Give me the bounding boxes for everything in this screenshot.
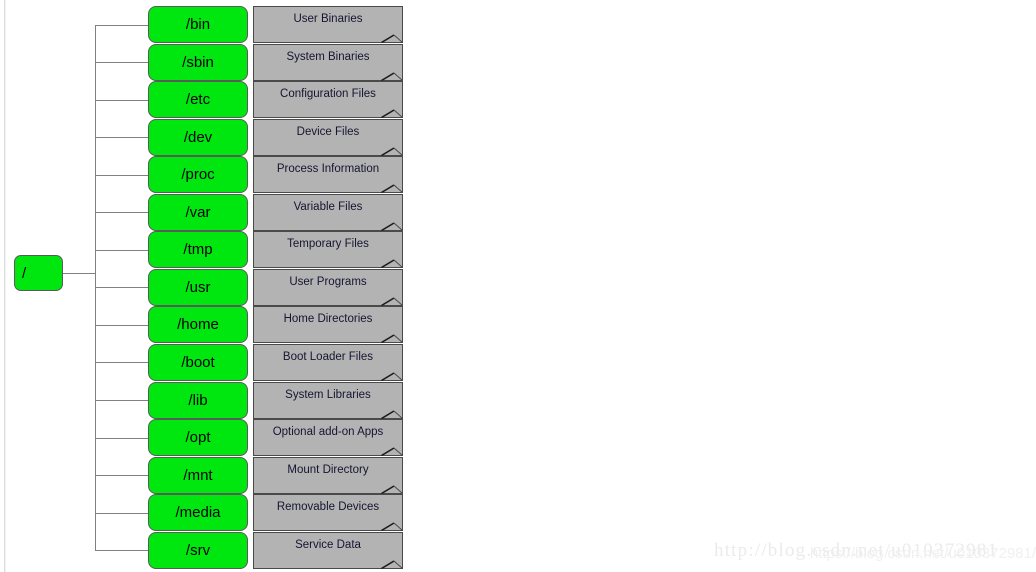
connector-branch: [95, 550, 148, 552]
description-note-label: System Libraries: [285, 388, 371, 401]
directory-node-label: /srv: [185, 541, 211, 559]
directory-node-label: /var: [185, 203, 211, 221]
connector-branch: [95, 62, 148, 63]
directory-node-label: /proc: [181, 166, 215, 184]
description-note-label: Optional add-on Apps: [272, 426, 384, 438]
description-note: Home Directories: [253, 306, 403, 344]
directory-node[interactable]: /usr: [148, 268, 248, 306]
directory-node[interactable]: /proc: [148, 156, 248, 194]
description-note-label: Boot Loader Files: [282, 350, 374, 363]
directory-node[interactable]: /var: [148, 193, 248, 231]
directory-node-label: /mnt: [183, 466, 213, 484]
description-note-label: System Binaries: [286, 50, 370, 63]
connector-branch: [95, 24, 148, 26]
note-fold-icon: [381, 330, 403, 344]
description-note: User Programs: [253, 268, 403, 306]
directory-node-label: /tmp: [183, 241, 213, 259]
note-fold-icon: [381, 218, 403, 231]
directory-node[interactable]: /etc: [148, 81, 248, 119]
directory-node-label: /sbin: [182, 53, 214, 71]
description-note: Service Data: [253, 531, 403, 569]
description-note: Temporary Files: [253, 231, 403, 269]
note-fold-icon: [381, 30, 403, 43]
directory-node[interactable]: /srv: [148, 531, 248, 569]
directory-node[interactable]: /mnt: [148, 456, 248, 494]
note-fold-icon: [381, 143, 403, 156]
connector-branch: [95, 512, 148, 514]
directory-node[interactable]: /tmp: [148, 231, 248, 269]
directory-node-label: /lib: [188, 391, 208, 409]
connector-branch: [95, 475, 148, 477]
connector-branch: [95, 437, 148, 439]
note-fold-icon: [381, 368, 403, 381]
directory-node[interactable]: /home: [148, 306, 248, 344]
directory-node[interactable]: /dev: [148, 118, 248, 156]
description-note-label: Removable Devices: [276, 501, 380, 514]
connector-branch: [95, 99, 148, 101]
note-fold-icon: [381, 481, 403, 494]
watermark: http://blog.csdn.net/u010372981 https://…: [714, 534, 1036, 568]
description-note: Process Information: [253, 156, 403, 194]
connector-branch: [95, 287, 148, 289]
directory-node-label: /boot: [181, 353, 215, 371]
directory-node[interactable]: /media: [148, 494, 248, 532]
directory-node-label: /media: [175, 504, 221, 522]
description-note: Optional add-on Apps: [253, 419, 403, 456]
description-note-label: Configuration Files: [280, 88, 376, 101]
connector-branch: [95, 212, 148, 214]
description-note-label: Process Information: [276, 163, 380, 176]
page-edge-line-soft: [5, 0, 6, 572]
note-fold-icon: [381, 105, 403, 119]
directory-node-label: /opt: [185, 429, 211, 446]
diagram-canvas: / /bin User Binaries/sbin System Binaries /…: [0, 0, 1036, 572]
connector-branch: [95, 137, 148, 139]
root-node[interactable]: /: [14, 255, 63, 291]
description-note: System Libraries: [253, 381, 403, 419]
description-note: Removable Devices: [253, 494, 403, 532]
description-note-label: Service Data: [295, 538, 361, 551]
description-note: Variable Files: [253, 193, 403, 231]
connector-branch: [95, 249, 148, 251]
description-note-label: Mount Directory: [287, 463, 369, 476]
directory-node[interactable]: /sbin: [148, 43, 248, 81]
connector-branch: [95, 174, 148, 176]
note-fold-icon: [381, 293, 403, 306]
description-note: User Binaries: [253, 6, 403, 43]
note-fold-icon: [381, 255, 403, 269]
description-note-label: Temporary Files: [287, 238, 369, 251]
note-fold-icon: [381, 180, 403, 194]
note-fold-icon: [381, 518, 403, 532]
description-note-label: User Binaries: [293, 13, 363, 25]
connector-branch: [95, 324, 148, 326]
description-note: Device Files: [253, 118, 403, 156]
directory-node-label: /etc: [185, 91, 211, 109]
connector-branch: [95, 400, 148, 401]
note-fold-icon: [381, 406, 403, 419]
directory-node-label: /bin: [185, 16, 211, 33]
description-note: System Binaries: [253, 43, 403, 81]
description-note-label: Variable Files: [293, 200, 363, 213]
description-note: Boot Loader Files: [253, 343, 403, 381]
directory-node[interactable]: /lib: [148, 381, 248, 419]
description-note: Mount Directory: [253, 456, 403, 494]
description-note: Configuration Files: [253, 81, 403, 119]
root-node-label: /: [22, 264, 27, 282]
description-note-label: User Programs: [289, 275, 367, 288]
directory-node[interactable]: /bin: [148, 6, 248, 43]
directory-node-label: /dev: [183, 128, 213, 146]
connector-branch: [95, 362, 148, 364]
note-fold-icon: [381, 68, 403, 81]
directory-node[interactable]: /boot: [148, 343, 248, 381]
description-note-label: Home Directories: [283, 313, 373, 326]
directory-node-label: /usr: [185, 278, 211, 296]
watermark-primary-text: http://blog.csdn.net/u010372981: [714, 540, 999, 561]
directory-node-label: /home: [177, 316, 219, 334]
directory-node[interactable]: /opt: [148, 419, 248, 456]
connector-root-stub: [63, 273, 95, 274]
note-fold-icon: [381, 443, 403, 456]
note-fold-icon: [381, 556, 403, 569]
watermark-secondary-text: https://blog.csdn.net/u010372981/article: [810, 545, 1036, 562]
connector-trunk: [95, 24, 96, 551]
description-note-label: Device Files: [296, 125, 360, 138]
